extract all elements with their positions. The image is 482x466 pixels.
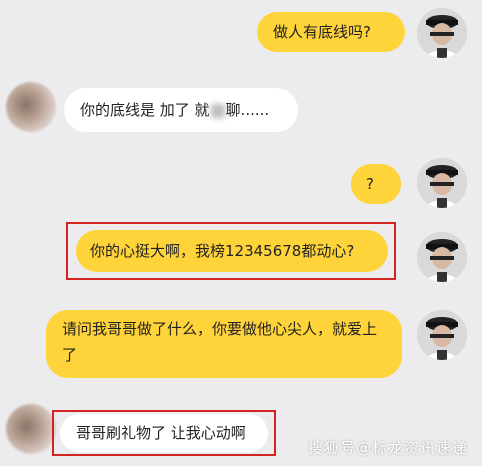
man-in-cap-icon	[417, 8, 467, 58]
sender-avatar[interactable]	[417, 158, 467, 208]
message-bubble-outgoing[interactable]: ?	[351, 164, 401, 204]
message-text: 哥哥刷礼物了 让我心动啊	[76, 424, 246, 442]
message-bubble-outgoing[interactable]: 做人有底线吗?	[257, 12, 405, 52]
sender-avatar[interactable]	[417, 232, 467, 282]
sender-avatar[interactable]	[417, 8, 467, 58]
message-text: 你的心挺大啊，我榜12345678都动心?	[90, 242, 355, 260]
message-bubble-incoming[interactable]: 你的底线是 加了 就聊......	[64, 88, 298, 132]
message-bubble-incoming[interactable]: 哥哥刷礼物了 让我心动啊	[60, 414, 268, 452]
message-bubble-outgoing[interactable]: 你的心挺大啊，我榜12345678都动心?	[76, 230, 388, 272]
message-text: 做人有底线吗?	[273, 23, 371, 41]
man-in-cap-icon	[417, 232, 467, 282]
message-text: ?	[366, 175, 374, 193]
blurred-text	[210, 103, 225, 118]
man-in-cap-icon	[417, 310, 467, 360]
message-text: 请问我哥哥做了什么，你要做他心尖人，就爱上了	[62, 320, 378, 364]
man-in-cap-icon	[417, 158, 467, 208]
recipient-avatar[interactable]	[6, 82, 56, 132]
message-bubble-outgoing[interactable]: 请问我哥哥做了什么，你要做他心尖人，就爱上了	[46, 310, 402, 378]
message-text: 聊......	[225, 101, 270, 119]
sender-avatar[interactable]	[417, 310, 467, 360]
recipient-avatar[interactable]	[6, 404, 56, 454]
message-text: 你的底线是 加了 就	[80, 101, 210, 119]
watermark: 搜狐号@标龙资讯速递	[307, 439, 468, 457]
